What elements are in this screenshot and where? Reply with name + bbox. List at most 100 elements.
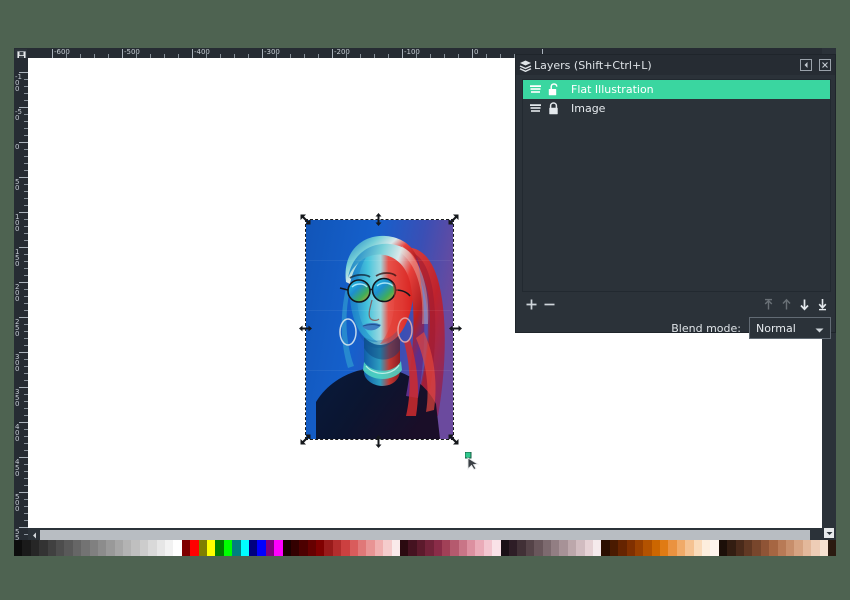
palette-swatch[interactable]: [492, 540, 501, 556]
palette-swatch[interactable]: [72, 540, 82, 556]
palette-swatch[interactable]: [727, 540, 736, 556]
raise-layer-button[interactable]: [777, 295, 795, 313]
palette-swatch[interactable]: [811, 540, 820, 556]
lower-to-bottom-button[interactable]: [813, 295, 831, 313]
palette-swatch[interactable]: [55, 540, 65, 556]
palette-swatch[interactable]: [651, 540, 661, 556]
palette-swatch[interactable]: [500, 540, 510, 556]
palette-swatch[interactable]: [710, 540, 719, 556]
palette-swatch[interactable]: [643, 540, 652, 556]
layers-panel-titlebar[interactable]: Layers (Shift+Ctrl+L): [516, 55, 835, 75]
layer-row[interactable]: Image: [523, 99, 830, 118]
palette-swatch[interactable]: [299, 540, 308, 556]
palette-swatch[interactable]: [559, 540, 568, 556]
palette-swatch[interactable]: [81, 540, 90, 556]
palette-swatch[interactable]: [450, 540, 459, 556]
palette-swatch[interactable]: [165, 540, 174, 556]
palette-swatch[interactable]: [332, 540, 342, 556]
palette-swatch[interactable]: [634, 540, 644, 556]
palette-swatch[interactable]: [458, 540, 468, 556]
palette-swatch[interactable]: [282, 540, 291, 556]
palette-swatch[interactable]: [433, 540, 442, 556]
palette-swatch[interactable]: [316, 540, 325, 556]
palette-swatch[interactable]: [274, 540, 283, 556]
locked-icon[interactable]: [545, 102, 561, 115]
palette-swatch[interactable]: [47, 540, 56, 556]
palette-swatch[interactable]: [89, 540, 98, 556]
palette-swatch[interactable]: [525, 540, 535, 556]
palette-swatch[interactable]: [601, 540, 610, 556]
palette-swatch[interactable]: [324, 540, 333, 556]
layer-visible-icon[interactable]: [527, 84, 543, 95]
vertical-ruler[interactable]: ‐100 ‐50 0 50 100 150 200 250 300 350 400 450 500 550: [14, 58, 28, 540]
palette-swatch[interactable]: [181, 540, 191, 556]
palette-swatch[interactable]: [693, 540, 703, 556]
chevron-down-icon[interactable]: [824, 528, 834, 538]
palette-swatch[interactable]: [131, 540, 140, 556]
palette-swatch[interactable]: [425, 540, 434, 556]
chevron-left-icon[interactable]: [29, 530, 39, 540]
collapse-dock-button[interactable]: [799, 58, 813, 72]
palette-swatch[interactable]: [534, 540, 543, 556]
palette-swatch[interactable]: [290, 540, 300, 556]
palette-swatch[interactable]: [467, 540, 476, 556]
palette-swatch[interactable]: [97, 540, 107, 556]
palette-swatch[interactable]: [358, 540, 367, 556]
add-layer-button[interactable]: [522, 295, 540, 313]
palette-swatch[interactable]: [760, 540, 770, 556]
palette-swatch[interactable]: [206, 540, 216, 556]
palette-swatch[interactable]: [374, 540, 384, 556]
palette-swatch[interactable]: [668, 540, 677, 556]
palette-swatch[interactable]: [114, 540, 124, 556]
palette-swatch[interactable]: [584, 540, 593, 556]
palette-swatch[interactable]: [349, 540, 359, 556]
palette-swatch[interactable]: [156, 540, 166, 556]
palette-swatch[interactable]: [592, 540, 602, 556]
palette-swatch[interactable]: [223, 540, 233, 556]
palette-swatch[interactable]: [618, 540, 627, 556]
palette-swatch[interactable]: [198, 540, 207, 556]
palette-swatch[interactable]: [416, 540, 426, 556]
palette-swatch[interactable]: [391, 540, 400, 556]
palette-swatch[interactable]: [14, 540, 23, 556]
palette-swatch[interactable]: [626, 540, 635, 556]
palette-swatch[interactable]: [819, 540, 828, 556]
canvas-horizontal-scrollbar[interactable]: [28, 530, 822, 540]
palette-swatch[interactable]: [39, 540, 48, 556]
palette-swatch[interactable]: [517, 540, 526, 556]
palette-swatch[interactable]: [752, 540, 761, 556]
layer-row[interactable]: Flat Illustration: [523, 80, 830, 99]
palette-swatch[interactable]: [30, 540, 40, 556]
palette-swatch[interactable]: [139, 540, 149, 556]
palette-swatch[interactable]: [769, 540, 778, 556]
palette-swatch[interactable]: [22, 540, 31, 556]
selected-image-object[interactable]: [299, 213, 462, 448]
horizontal-scrollbar-thumb[interactable]: [40, 530, 810, 540]
palette-swatch[interactable]: [232, 540, 241, 556]
color-palette[interactable]: [14, 540, 837, 556]
palette-swatch[interactable]: [702, 540, 711, 556]
palette-swatch[interactable]: [341, 540, 350, 556]
palette-swatch[interactable]: [794, 540, 803, 556]
palette-swatch[interactable]: [777, 540, 786, 556]
palette-swatch[interactable]: [366, 540, 375, 556]
palette-swatch[interactable]: [551, 540, 560, 556]
palette-swatch[interactable]: [718, 540, 728, 556]
palette-swatch[interactable]: [542, 540, 551, 556]
palette-swatch[interactable]: [509, 540, 518, 556]
palette-swatch[interactable]: [173, 540, 182, 556]
palette-swatch[interactable]: [248, 540, 258, 556]
palette-swatch[interactable]: [660, 540, 669, 556]
palette-swatch[interactable]: [106, 540, 115, 556]
palette-swatch[interactable]: [685, 540, 694, 556]
palette-swatch[interactable]: [399, 540, 409, 556]
palette-swatch[interactable]: [64, 540, 73, 556]
palette-swatch[interactable]: [475, 540, 484, 556]
palette-swatch[interactable]: [735, 540, 744, 556]
palette-swatch[interactable]: [609, 540, 619, 556]
palette-swatch[interactable]: [123, 540, 132, 556]
remove-layer-button[interactable]: [540, 295, 558, 313]
palette-swatch[interactable]: [265, 540, 275, 556]
palette-swatch[interactable]: [257, 540, 266, 556]
raise-to-top-button[interactable]: [759, 295, 777, 313]
